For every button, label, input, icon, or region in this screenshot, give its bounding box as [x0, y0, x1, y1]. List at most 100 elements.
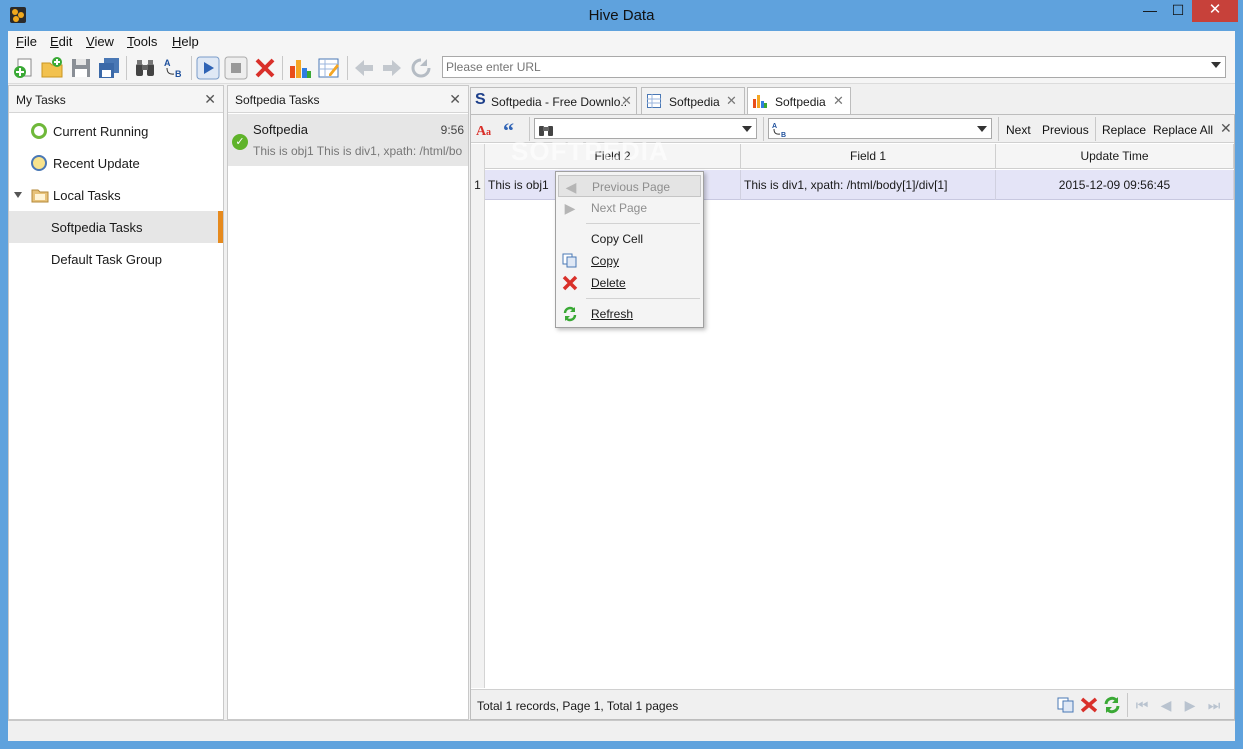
tree-item-softpedia-tasks[interactable]: Softpedia Tasks	[9, 211, 223, 243]
clock-icon	[31, 155, 47, 171]
my-tasks-close-icon[interactable]: ✕	[204, 91, 216, 108]
softpedia-tasks-header: Softpedia Tasks ✕	[228, 86, 468, 113]
context-item-refresh[interactable]: Refresh	[558, 303, 701, 325]
tab-softpedia-table[interactable]: Softpedia ✕	[641, 87, 745, 115]
context-item-delete[interactable]: Delete	[558, 272, 701, 294]
replace-all-button[interactable]: Replace All	[1153, 123, 1213, 137]
menu-file[interactable]: File	[16, 34, 37, 49]
copy-icon[interactable]	[1057, 697, 1075, 713]
find-icon[interactable]	[133, 56, 157, 80]
context-item-copy-cell[interactable]: Copy Cell	[558, 228, 701, 250]
delete-icon[interactable]	[1080, 697, 1098, 713]
tree-item-local-tasks[interactable]: Local Tasks	[9, 179, 223, 211]
run-icon[interactable]	[196, 56, 220, 80]
my-tasks-header: My Tasks ✕	[9, 86, 223, 113]
svg-text:a: a	[486, 127, 491, 138]
tab-close-icon[interactable]: ✕	[621, 93, 632, 109]
cancel-icon[interactable]	[253, 56, 277, 80]
url-input[interactable]	[443, 57, 1183, 77]
chart-icon[interactable]	[288, 56, 312, 80]
running-icon	[31, 123, 47, 139]
replace-combo[interactable]: AB	[768, 118, 992, 139]
context-item-copy[interactable]: Copy	[558, 250, 701, 272]
chart-icon	[753, 95, 767, 108]
last-page-icon[interactable]: ⏭	[1206, 697, 1222, 713]
title-bar[interactable]: Hive Data — ☐ ✕	[0, 0, 1243, 31]
next-button[interactable]: Next	[1006, 123, 1031, 137]
svg-text:B: B	[781, 132, 786, 138]
softpedia-tasks-panel: Softpedia Tasks ✕ ✓ Softpedia 9:56 This …	[227, 85, 469, 720]
refresh-icon	[563, 306, 577, 322]
tree-item-recent-update[interactable]: Recent Update	[9, 147, 223, 179]
check-icon: ✓	[232, 134, 248, 150]
previous-button[interactable]: Previous	[1042, 123, 1089, 137]
replace-icon: AB	[772, 123, 786, 138]
document-tabs: S Softpedia - Free Downlo.. ✕ Softpedia …	[470, 85, 1235, 116]
stop-icon[interactable]	[224, 56, 248, 80]
menu-help[interactable]: Help	[172, 34, 199, 49]
row-number: 1	[471, 170, 485, 200]
url-dropdown-arrow-icon[interactable]	[1211, 62, 1221, 68]
window-title: Hive Data	[588, 7, 655, 24]
new-folder-icon[interactable]	[40, 56, 64, 80]
tab-softpedia-web[interactable]: S Softpedia - Free Downlo.. ✕	[470, 87, 637, 115]
table-icon	[647, 94, 661, 108]
findbar-close-icon[interactable]: ✕	[1220, 120, 1232, 137]
previous-page-icon[interactable]: ◀	[1158, 697, 1174, 713]
maximize-button[interactable]: ☐	[1164, 0, 1192, 22]
app-window: Hive Data — ☐ ✕ File Edit View Tools Hel…	[0, 0, 1243, 749]
main-toolbar: AB	[8, 52, 1235, 84]
menu-edit[interactable]: Edit	[50, 34, 72, 49]
menu-view[interactable]: View	[86, 34, 114, 49]
svg-text:B: B	[175, 69, 182, 79]
menu-tools[interactable]: Tools	[127, 34, 157, 49]
match-case-icon[interactable]: Aa	[476, 120, 496, 138]
edit-table-icon[interactable]	[317, 56, 341, 80]
row-gutter	[471, 144, 485, 688]
save-icon[interactable]	[69, 56, 93, 80]
previous-arrow-icon: ◀	[565, 179, 577, 195]
context-item-previous-page[interactable]: ◀ Previous Page	[558, 175, 701, 197]
softpedia-tasks-title: Softpedia Tasks	[235, 93, 320, 107]
next-page-icon[interactable]: ▶	[1182, 697, 1198, 713]
extract-icon[interactable]: AB	[162, 56, 186, 80]
records-status-bar: Total 1 records, Page 1, Total 1 pages ⏮…	[471, 689, 1234, 719]
copy-icon	[562, 253, 577, 268]
tab-close-icon[interactable]: ✕	[726, 93, 737, 109]
cell-field-1[interactable]: This is div1, xpath: /html/body[1]/div[1…	[741, 170, 996, 200]
column-header-update-time[interactable]: Update Time	[996, 144, 1234, 169]
folder-icon	[31, 189, 49, 203]
task-preview: This is obj1 This is div1, xpath: /html/…	[253, 144, 463, 158]
tree-item-default-task-group[interactable]: Default Task Group	[9, 243, 223, 275]
svg-text:A: A	[164, 58, 171, 68]
context-item-next-page[interactable]: ▶ Next Page	[558, 197, 701, 219]
minimize-button[interactable]: —	[1136, 0, 1164, 22]
svg-text:A: A	[772, 123, 777, 130]
my-tasks-panel: My Tasks ✕ Current Running Recent Update…	[8, 85, 224, 720]
refresh-icon[interactable]	[1103, 696, 1121, 714]
find-dropdown-arrow-icon[interactable]	[742, 126, 752, 132]
expand-arrow-icon[interactable]	[14, 191, 22, 199]
replace-button[interactable]: Replace	[1102, 123, 1146, 137]
task-name: Softpedia	[253, 122, 308, 137]
url-combo[interactable]	[442, 56, 1226, 78]
close-window-button[interactable]: ✕	[1192, 0, 1238, 22]
tab-close-icon[interactable]: ✕	[833, 93, 844, 109]
tree-item-current-running[interactable]: Current Running	[9, 115, 223, 147]
delete-icon	[562, 275, 578, 291]
softpedia-tasks-close-icon[interactable]: ✕	[449, 91, 461, 108]
column-header-field-1[interactable]: Field 1	[741, 144, 996, 169]
tab-softpedia-chart[interactable]: Softpedia ✕	[747, 87, 851, 116]
new-task-icon[interactable]	[12, 56, 36, 80]
task-entry-softpedia[interactable]: ✓ Softpedia 9:56 This is obj1 This is di…	[228, 114, 468, 166]
menu-bar: File Edit View Tools Help	[8, 31, 1235, 52]
forward-icon[interactable]	[380, 56, 404, 80]
records-summary: Total 1 records, Page 1, Total 1 pages	[477, 699, 679, 713]
back-icon[interactable]	[352, 56, 376, 80]
save-all-icon[interactable]	[97, 56, 121, 80]
cell-update-time[interactable]: 2015-12-09 09:56:45	[996, 170, 1234, 200]
reload-icon[interactable]	[409, 56, 433, 80]
replace-dropdown-arrow-icon[interactable]	[977, 126, 987, 132]
first-page-icon[interactable]: ⏮	[1134, 697, 1150, 713]
context-menu: ◀ Previous Page ▶ Next Page Copy Cell Co…	[555, 171, 704, 328]
